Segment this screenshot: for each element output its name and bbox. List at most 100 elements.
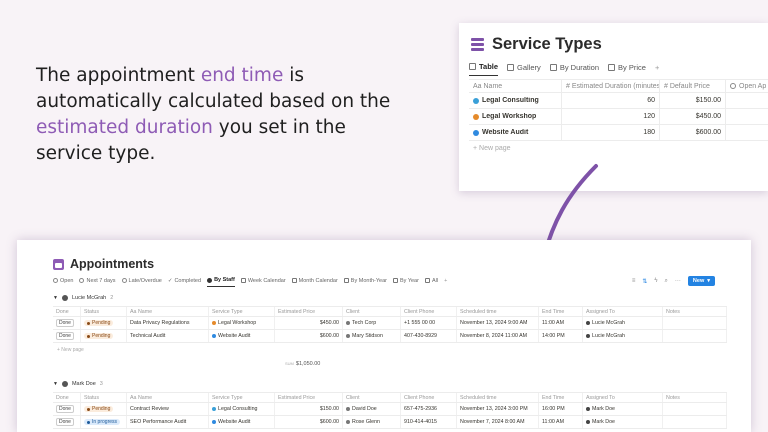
row-end-time: 14:00 PM [539, 330, 583, 342]
column-assigned-to[interactable]: Assigned To [583, 393, 663, 402]
tab-next-7-days[interactable]: Next 7 days [79, 277, 116, 287]
table-row[interactable]: Done Pending Data Privacy Regulations Le… [53, 317, 727, 330]
tab-open[interactable]: Open [53, 277, 73, 287]
appointments-table: Done Status Aa Name Service Type Estimat… [53, 392, 727, 429]
filter-icon[interactable]: ≡ [632, 278, 636, 284]
done-button[interactable]: Done [56, 332, 74, 340]
board-icon [392, 278, 398, 283]
service-types-tabs: Table Gallery By Duration By Price + [469, 62, 659, 76]
row-name[interactable]: Legal Workshop [482, 113, 536, 120]
column-duration[interactable]: # Estimated Duration (minutes) [561, 80, 659, 92]
tab-by-year[interactable]: By Year [392, 277, 419, 287]
column-estimated-price[interactable]: Estimated Price [275, 307, 343, 316]
column-client[interactable]: Client [343, 393, 401, 402]
column-service-type[interactable]: Service Type [209, 393, 275, 402]
tab-gallery[interactable]: Gallery [507, 62, 541, 76]
column-end-time[interactable]: End Time [539, 393, 583, 402]
column-service-type[interactable]: Service Type [209, 307, 275, 316]
status-badge[interactable]: In progress [84, 419, 121, 425]
tab-by-staff[interactable]: By Staff [207, 277, 235, 287]
row-scheduled: November 13, 2024 9:00 AM [457, 317, 539, 329]
tab-by-duration[interactable]: By Duration [549, 62, 599, 76]
column-notes[interactable]: Notes [663, 393, 727, 402]
tab-by-month-year[interactable]: By Month-Year [343, 277, 387, 287]
table-row[interactable]: Legal Workshop 120 $450.00 [469, 109, 768, 125]
column-estimated-price[interactable]: Estimated Price [275, 393, 343, 402]
row-name[interactable]: SEO Performance Audit [127, 416, 209, 428]
column-scheduled-time[interactable]: Scheduled time [457, 393, 539, 402]
column-open[interactable]: Open Ap [725, 80, 768, 92]
table-row[interactable]: Done Pending Technical Audit Website Aud… [53, 330, 727, 343]
sort-icon[interactable]: ⇅ [642, 278, 647, 285]
new-page-button[interactable]: + New page [57, 347, 84, 353]
row-name[interactable]: Website Audit [482, 129, 528, 136]
fast-forward-icon [79, 278, 85, 283]
column-price[interactable]: # Default Price [659, 80, 725, 92]
tab-all[interactable]: All [424, 277, 438, 287]
row-price: $150.00 [659, 93, 725, 108]
status-badge[interactable]: Pending [84, 406, 114, 412]
column-done[interactable]: Done [53, 393, 81, 402]
table-row[interactable]: Done In progress SEO Performance Audit W… [53, 416, 727, 429]
tab-table[interactable]: Table [469, 62, 499, 76]
column-assigned-to[interactable]: Assigned To [583, 307, 663, 316]
tab-by-price[interactable]: By Price [608, 62, 646, 76]
row-price: $600.00 [275, 416, 343, 428]
status-badge[interactable]: Pending [84, 320, 114, 326]
calendar-icon [240, 278, 246, 283]
chevron-down-icon[interactable]: ▼ [53, 295, 58, 301]
column-scheduled-time[interactable]: Scheduled time [457, 307, 539, 316]
avatar [586, 334, 590, 338]
done-button[interactable]: Done [56, 319, 74, 327]
row-end-time: 16:00 PM [539, 403, 583, 415]
row-name[interactable]: Contract Review [127, 403, 209, 415]
group-header[interactable]: ▼ Mark Doe 3 [53, 381, 103, 387]
column-end-time[interactable]: End Time [539, 307, 583, 316]
table-icon [424, 278, 430, 283]
row-name[interactable]: Data Privacy Regulations [127, 317, 209, 329]
row-name[interactable]: Legal Consulting [482, 97, 539, 104]
column-name[interactable]: Aa Name [469, 83, 561, 90]
table-row[interactable]: Done Pending Contract Review Legal Consu… [53, 403, 727, 416]
row-scheduled: November 13, 2024 3:00 PM [457, 403, 539, 415]
globe-icon [212, 334, 216, 338]
done-button[interactable]: Done [56, 418, 74, 426]
tab-week-calendar[interactable]: Week Calendar [240, 277, 286, 287]
status-badge[interactable]: Pending [84, 333, 114, 339]
more-icon[interactable]: ··· [675, 278, 681, 284]
avatar [61, 295, 68, 301]
row-price: $450.00 [275, 317, 343, 329]
service-types-table: Aa Name # Estimated Duration (minutes) #… [469, 79, 768, 156]
lightning-icon[interactable]: ϟ [654, 278, 657, 284]
chevron-down-icon[interactable]: ▼ [53, 381, 58, 387]
new-page-button[interactable]: + New page [469, 141, 768, 156]
row-price: $150.00 [275, 403, 343, 415]
table-row[interactable]: Legal Consulting 60 $150.00 [469, 93, 768, 109]
add-view-button[interactable]: + [655, 62, 659, 76]
row-name[interactable]: Technical Audit [127, 330, 209, 342]
tab-month-calendar[interactable]: Month Calendar [291, 277, 338, 287]
appointments-table: Done Status Aa Name Service Type Estimat… [53, 306, 727, 343]
group-header[interactable]: ▼ Lucie McGrah 2 [53, 295, 113, 301]
search-icon[interactable]: ⌕ [665, 278, 668, 285]
tab-completed[interactable]: ✓ Completed [168, 277, 201, 287]
table-row[interactable]: Website Audit 180 $600.00 [469, 125, 768, 141]
toolbar: ≡ ⇅ ϟ ⌕ ··· New ▾ [632, 276, 715, 286]
column-name[interactable]: Aa Name [127, 307, 209, 316]
column-notes[interactable]: Notes [663, 307, 727, 316]
column-status[interactable]: Status [81, 393, 127, 402]
clock-icon [121, 278, 127, 283]
tab-late-overdue[interactable]: Late/Overdue [121, 277, 162, 287]
column-client-phone[interactable]: Client Phone [401, 393, 457, 402]
add-view-button[interactable]: + [444, 277, 447, 287]
new-button[interactable]: New ▾ [687, 276, 715, 286]
appointments-tabs: Open Next 7 days Late/Overdue ✓ Completed… [53, 277, 447, 287]
column-client[interactable]: Client [343, 307, 401, 316]
avatar [586, 321, 590, 325]
column-name[interactable]: Aa Name [127, 393, 209, 402]
column-status[interactable]: Status [81, 307, 127, 316]
column-done[interactable]: Done [53, 307, 81, 316]
done-button[interactable]: Done [56, 405, 74, 413]
row-phone: 910-414-4015 [401, 416, 457, 428]
column-client-phone[interactable]: Client Phone [401, 307, 457, 316]
